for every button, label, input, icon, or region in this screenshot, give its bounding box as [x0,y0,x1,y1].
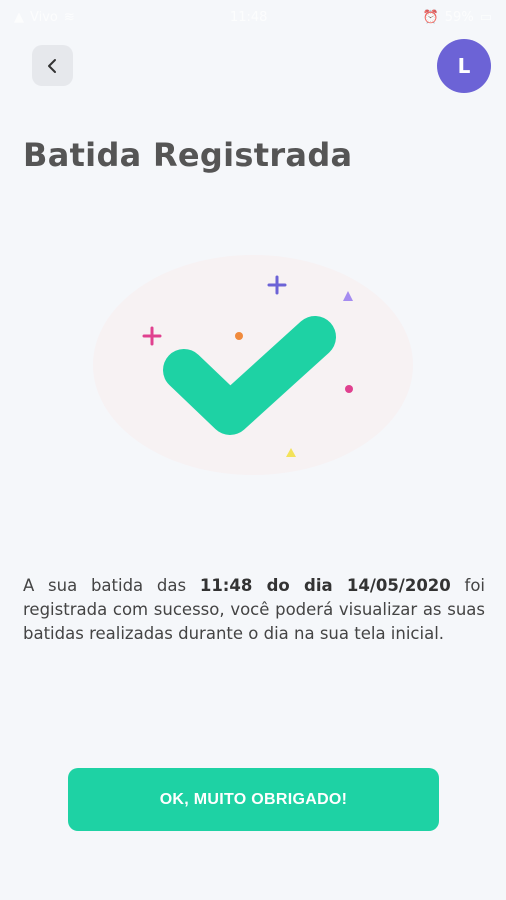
chevron-left-icon [47,58,56,73]
status-bar: ▲ Vivo ≋ 11:48 ⏰ 59% ▭ [0,0,506,34]
signal-icon: ▲ [14,9,24,25]
clock: 11:48 [229,9,268,25]
ok-button[interactable]: OK, MUITO OBRIGADO! [68,768,439,831]
message-intro: A sua batida das [23,576,200,595]
message-time: 11:48 [199,576,253,595]
alarm-icon: ⏰ [422,9,439,25]
message-date: 14/05/2020 [346,576,451,595]
confirmation-message: A sua batida das 11:48 do dia 14/05/2020… [23,574,485,646]
avatar-initial: L [457,54,471,78]
dot-pink [345,385,353,393]
carrier-label: Vivo [30,9,58,25]
dot-orange [235,332,243,340]
wifi-icon: ≋ [63,9,75,25]
avatar[interactable]: L [437,39,491,93]
battery-label: 59% [444,9,474,25]
battery-icon: ▭ [479,9,492,25]
message-date-prefix: do dia [252,576,347,595]
success-illustration [93,255,413,475]
page-title: Batida Registrada [23,136,353,174]
back-button[interactable] [32,45,73,86]
